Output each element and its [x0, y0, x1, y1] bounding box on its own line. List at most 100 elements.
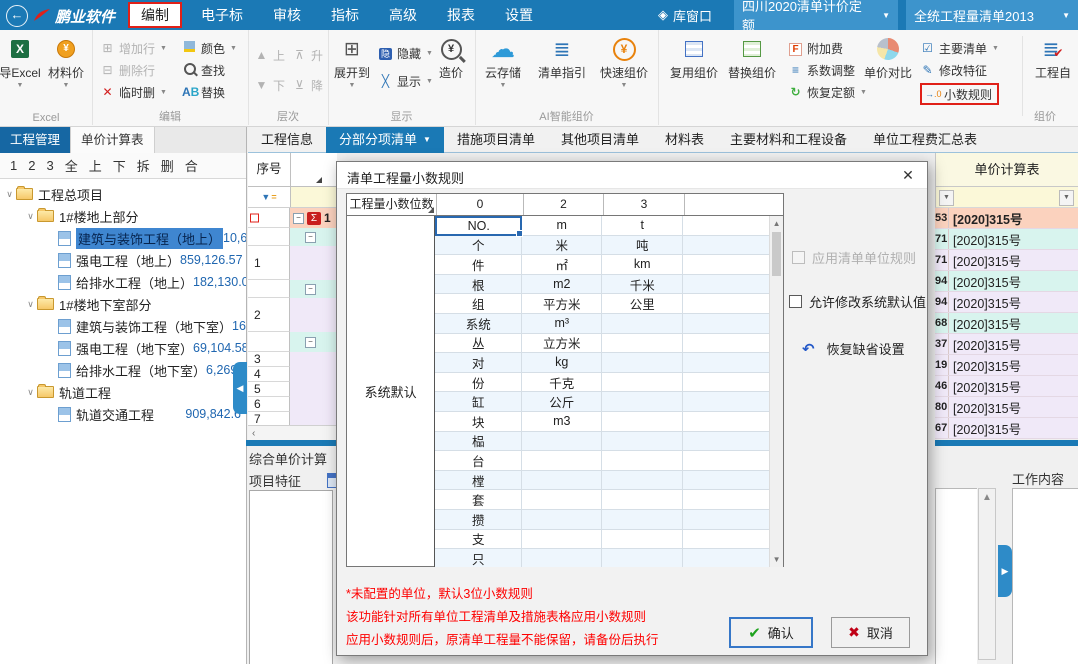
grid-row[interactable]: − — [248, 228, 337, 246]
allow-modify-option[interactable]: 允许修改系统默认值 — [789, 292, 926, 311]
replace-pricing-button[interactable]: 替换组价 — [724, 35, 780, 81]
unit-cell[interactable] — [522, 471, 602, 491]
unit-cell[interactable] — [522, 530, 602, 550]
unit-cell[interactable] — [522, 510, 602, 530]
unit-cell[interactable]: 缸 — [435, 392, 522, 412]
unit-cell[interactable] — [602, 334, 683, 354]
tab-主要材料和工程设备[interactable]: 主要材料和工程设备 — [717, 127, 860, 153]
collapse-expander-icon[interactable]: − — [293, 213, 304, 224]
scroll-thumb[interactable] — [772, 232, 781, 276]
color-button[interactable]: 颜色 ▼ — [182, 39, 237, 57]
unit-cell[interactable]: t — [602, 216, 683, 236]
restore-default-button[interactable]: ↶ 恢复缺省设置 — [802, 339, 905, 358]
unit-cell[interactable] — [602, 549, 683, 567]
replace-button[interactable]: AB 替换 — [182, 83, 237, 101]
unit-cell[interactable] — [683, 392, 769, 412]
unit-cell[interactable]: 系统 — [435, 314, 522, 334]
unit-cell[interactable] — [683, 373, 769, 393]
main-list-button[interactable]: ☑ 主要清单 ▼ — [920, 39, 999, 57]
price-compare-button[interactable]: 单价对比 — [860, 35, 916, 81]
unit-cell[interactable] — [683, 471, 769, 491]
unit-cell[interactable] — [602, 451, 683, 471]
move-up-button[interactable]: ▲ 上 — [254, 46, 285, 64]
toolbar-button-拆[interactable]: 拆 — [137, 156, 150, 175]
unit-cell[interactable]: NO. — [435, 216, 522, 236]
unit-cell[interactable]: m³ — [522, 314, 602, 334]
unit-cell[interactable] — [683, 412, 769, 432]
filter-dropdown-icon[interactable]: ▼ — [939, 190, 954, 206]
quick-pricing-button[interactable]: ¥ 快速组价 ▼ — [595, 35, 653, 89]
grid-row[interactable]: 5 — [248, 382, 337, 397]
unit-cell[interactable]: m — [522, 216, 602, 236]
unit-cell[interactable]: 公斤 — [522, 392, 602, 412]
unit-cell[interactable] — [683, 451, 769, 471]
tree-item[interactable]: 轨道交通工程909,842.6 — [0, 403, 246, 425]
project-check-button[interactable]: ≣✔ 工程自 — [1030, 35, 1076, 81]
unit-cell[interactable] — [683, 255, 769, 275]
chevron-down-icon[interactable]: ∨ — [25, 387, 36, 398]
vertical-scrollbar[interactable]: ▲ — [978, 488, 996, 660]
toolbar-button-删[interactable]: 删 — [161, 156, 174, 175]
chevron-down-icon[interactable]: ∨ — [4, 189, 15, 200]
unit-cell[interactable]: km — [602, 255, 683, 275]
unit-cell[interactable]: 组 — [435, 294, 522, 314]
unit-cell[interactable]: 攒 — [435, 510, 522, 530]
apply-unit-rule-option[interactable]: 应用清单单位规则 — [792, 248, 916, 267]
filter-cell-yellow[interactable] — [291, 187, 337, 207]
promote-button[interactable]: ⊼ 升 — [292, 46, 323, 64]
surcharge-button[interactable]: F 附加费 — [788, 39, 867, 57]
temp-delete-button[interactable]: ✕ 临时删 ▼ — [100, 83, 167, 101]
toolbar-button-1[interactable]: 1 — [10, 158, 17, 173]
menu-电子标[interactable]: 电子标 — [186, 0, 258, 30]
menu-报表[interactable]: 报表 — [432, 0, 490, 30]
tree-item[interactable]: ∨工程总项目 — [0, 183, 246, 205]
delete-row-button[interactable]: ⊟ 删除行 — [100, 61, 167, 79]
unit-cell[interactable]: 对 — [435, 353, 522, 373]
grid-row[interactable]: 1 — [248, 246, 337, 280]
price-row[interactable]: 94[2020]315号 — [935, 292, 1078, 313]
tab-unit-price-sheet[interactable]: 单价计算表 — [71, 127, 155, 153]
checkbox-icon[interactable] — [789, 295, 802, 308]
add-row-button[interactable]: ⊞ 增加行 ▼ — [100, 39, 167, 57]
unit-cell[interactable]: 个 — [435, 236, 522, 256]
tab-分部分项清单[interactable]: 分部分项清单▼ — [326, 127, 444, 153]
tree-item[interactable]: 给排水工程（地上）182,130.09 — [0, 271, 246, 293]
corner-header[interactable]: 工程量小数位数 — [347, 194, 437, 215]
library-window-button[interactable]: ◈ 库窗口 — [658, 0, 712, 30]
back-button[interactable]: ← — [6, 5, 28, 27]
grid-row[interactable]: −Σ1 — [248, 208, 337, 228]
unit-cell[interactable]: 立方米 — [522, 334, 602, 354]
unit-cell[interactable]: 份 — [435, 373, 522, 393]
menu-审核[interactable]: 审核 — [258, 0, 316, 30]
grid-row[interactable]: − — [248, 280, 337, 298]
demote-button[interactable]: ⊻ 降 — [292, 76, 323, 94]
grid-row[interactable]: 3 — [248, 352, 337, 367]
tab-project-manage[interactable]: 工程管理 — [0, 127, 71, 153]
unit-cell[interactable]: 块 — [435, 412, 522, 432]
unit-cell[interactable] — [522, 432, 602, 452]
unit-cell[interactable] — [602, 373, 683, 393]
tree-item[interactable]: 强电工程（地下室）69,104.58 — [0, 337, 246, 359]
unit-cell[interactable] — [683, 216, 769, 236]
tab-材料表[interactable]: 材料表 — [652, 127, 717, 153]
column-header-0[interactable]: 0 — [437, 194, 524, 215]
cloud-storage-button[interactable]: ☁ 云存储 ▼ — [477, 35, 529, 89]
column-header-2[interactable]: 2 — [524, 194, 604, 215]
cost-button[interactable]: ¥ 造价 — [430, 35, 472, 81]
unit-cell[interactable]: 件 — [435, 255, 522, 275]
hide-button[interactable]: 隐 隐藏 ▼ — [378, 44, 433, 62]
table-scrollbar[interactable]: ▲ ▼ — [769, 216, 783, 567]
expand-to-button[interactable]: ⊞ 展开到 ▼ — [326, 35, 378, 89]
coefficient-adjust-button[interactable]: ≡ 系数调整 — [788, 61, 867, 79]
toolbar-button-全[interactable]: 全 — [65, 156, 78, 175]
tree-item[interactable]: 建筑与装饰工程（地上）10,63... — [0, 227, 246, 249]
unit-cell[interactable]: 丛 — [435, 334, 522, 354]
decimal-rule-button[interactable]: →.0 小数规则 — [920, 83, 999, 105]
unit-cell[interactable] — [602, 530, 683, 550]
unit-cell[interactable] — [683, 314, 769, 334]
quota-standard-dropdown[interactable]: 四川2020清单计价定额 ▼ — [734, 0, 898, 30]
unit-cell[interactable]: kg — [522, 353, 602, 373]
unit-cell[interactable]: 根 — [435, 275, 522, 295]
tree-item[interactable]: ∨1#楼地下室部分 — [0, 293, 246, 315]
unit-cell[interactable] — [602, 412, 683, 432]
